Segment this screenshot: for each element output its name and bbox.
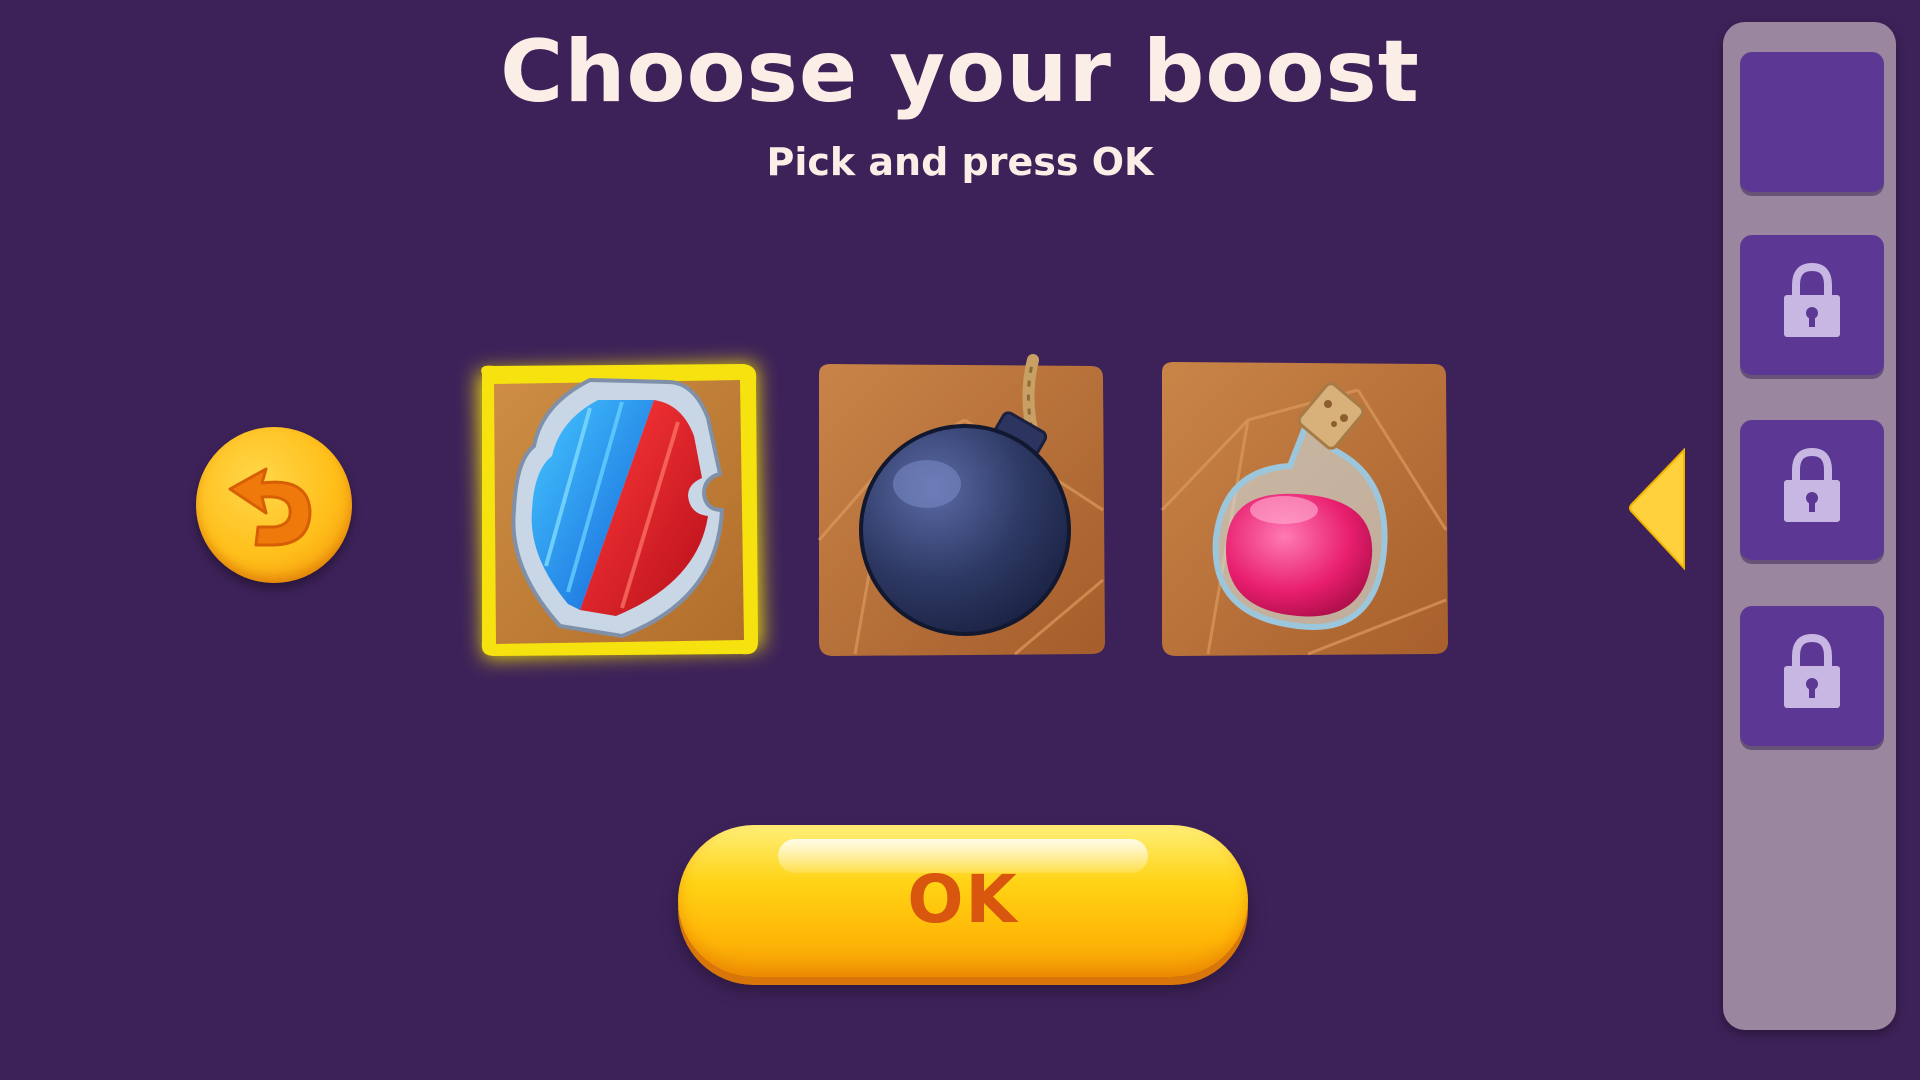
lock-icon (1784, 262, 1840, 337)
boost-card-bomb[interactable] (815, 354, 1105, 660)
panel-toggle-button[interactable] (1628, 447, 1688, 576)
lock-icon (1784, 633, 1840, 708)
page-title: Choose your boost (500, 22, 1420, 122)
back-button[interactable] (196, 427, 352, 583)
boost-card-potion[interactable] (1158, 360, 1448, 660)
ok-button-label: OK (907, 861, 1019, 938)
triangle-left-icon (1629, 447, 1685, 571)
lock-icon (1784, 447, 1840, 522)
boost-slot-locked[interactable] (1740, 420, 1884, 560)
boost-card-shield[interactable] (472, 360, 762, 660)
page-subtitle: Pick and press OK (766, 140, 1154, 184)
boost-slot-locked[interactable] (1740, 606, 1884, 746)
ok-button[interactable]: OK (678, 825, 1248, 977)
boost-slot-locked[interactable] (1740, 235, 1884, 375)
back-arrow-icon (228, 467, 312, 547)
boost-slots-panel (1723, 22, 1896, 1030)
boost-slot-empty[interactable] (1740, 52, 1884, 192)
